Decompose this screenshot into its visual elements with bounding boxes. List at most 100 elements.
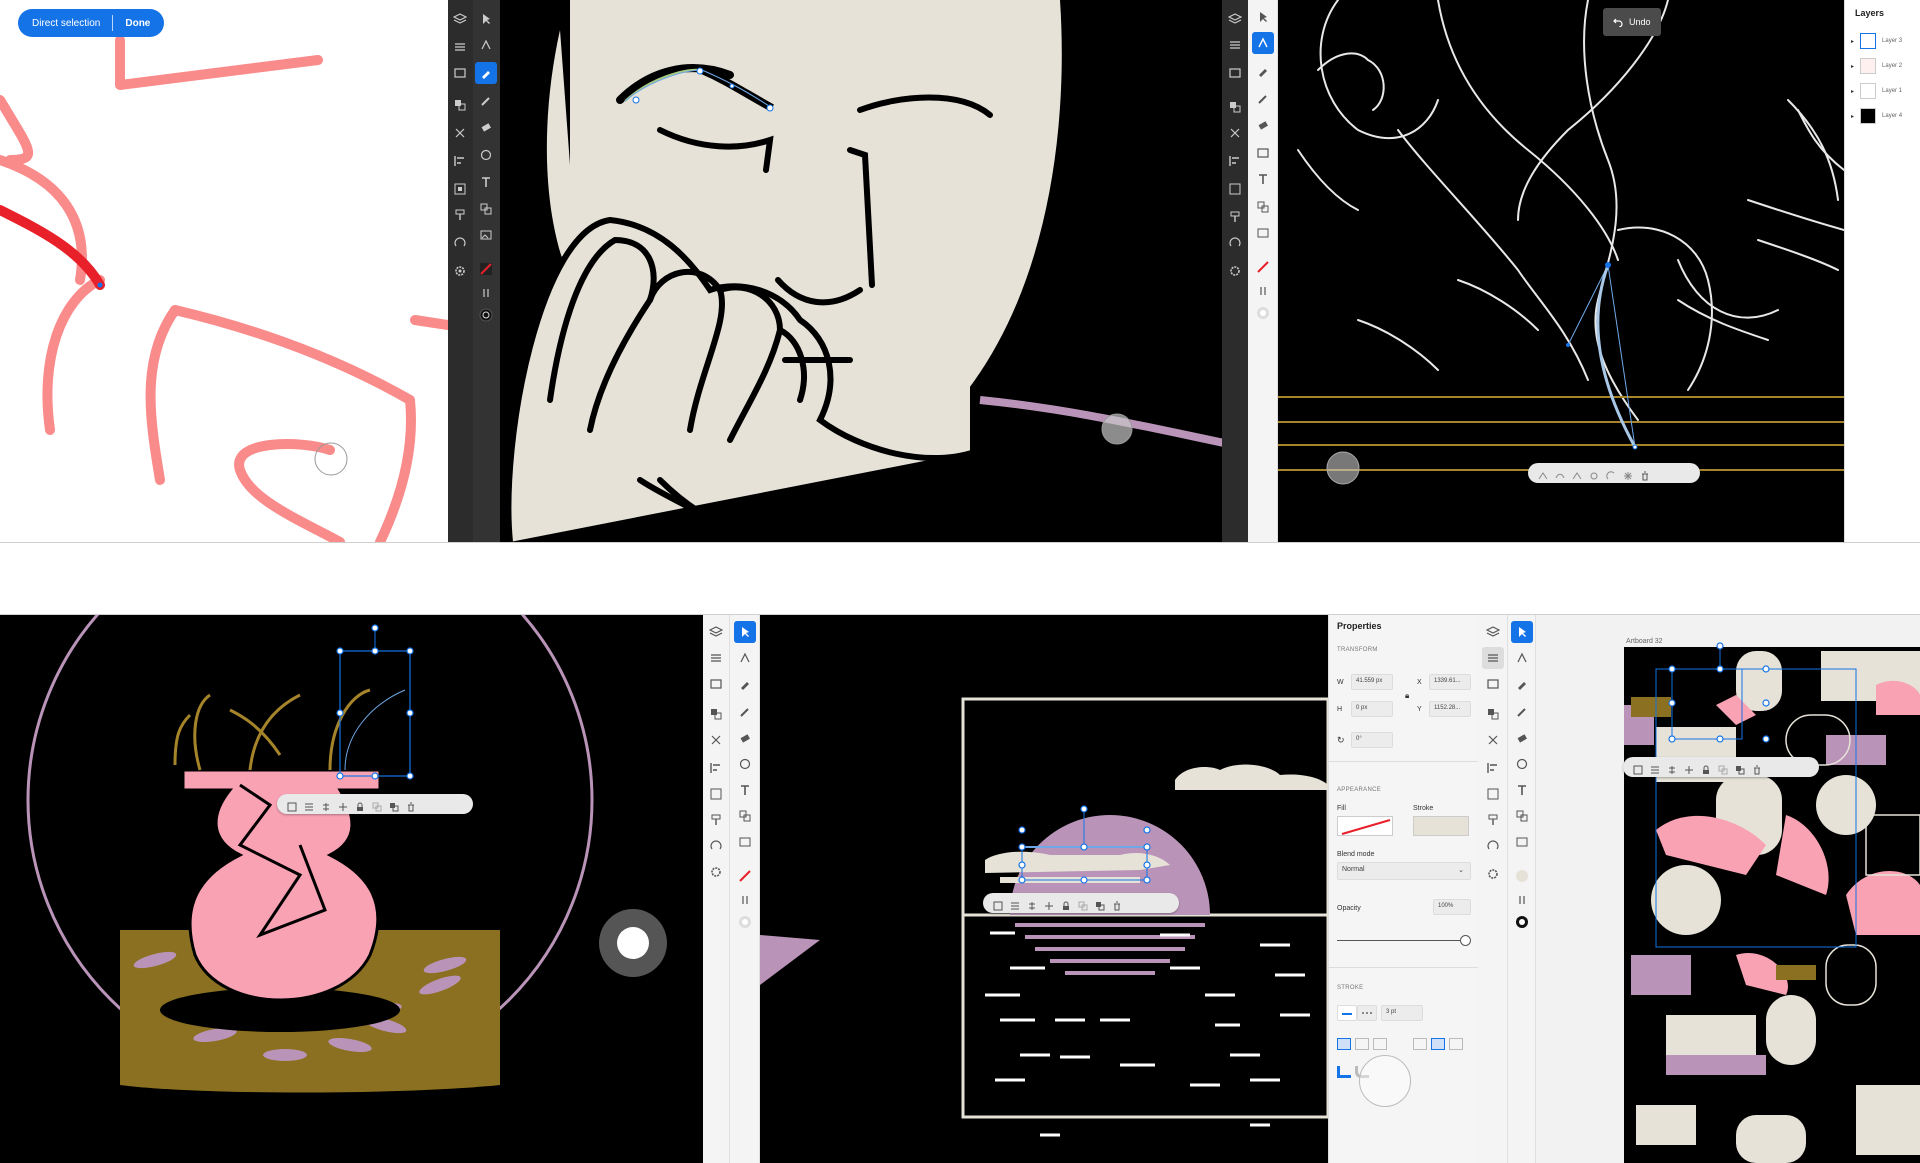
group-icon[interactable] [1633,762,1643,775]
delete-trash-icon[interactable] [1112,898,1122,911]
eraser-icon[interactable] [734,727,756,749]
arrange-icon[interactable] [372,799,382,812]
canvas-top-middle[interactable] [500,0,1248,542]
scissors-icon[interactable] [449,122,471,144]
transform-icon[interactable] [705,783,727,805]
move-icon[interactable] [1684,762,1694,774]
fill-swatch[interactable] [1337,816,1393,836]
pencil-icon[interactable] [1511,701,1533,723]
x-position-field[interactable]: 1339.61... [1429,674,1471,690]
direct-selection-icon[interactable] [734,647,756,669]
transform-icon[interactable] [449,178,471,200]
image-icon[interactable] [1511,831,1533,853]
delete-trash-icon[interactable] [1640,468,1650,481]
type-icon[interactable] [475,171,497,193]
menu-icon[interactable] [304,799,314,811]
stroke-align-inside-icon[interactable] [1355,1038,1369,1050]
fill-swatch-icon[interactable] [1511,865,1533,887]
ellipse-icon[interactable] [475,144,497,166]
paint-icon[interactable] [449,204,471,226]
dashed-stroke-toggle[interactable] [1357,1005,1377,1021]
layer-row[interactable]: ▸ Layer 3 [1851,33,1902,49]
duplicate-icon[interactable] [1735,762,1745,775]
ellipse-icon[interactable] [1511,753,1533,775]
opacity-field[interactable]: 100% [1433,899,1471,915]
scissors-icon[interactable] [1482,729,1504,751]
settings-gear-icon[interactable] [449,260,471,282]
menu-icon[interactable] [1010,898,1020,910]
layers-icon[interactable] [1482,621,1504,643]
join-path-icon[interactable] [1606,468,1616,480]
settings-gear-icon[interactable] [1482,863,1504,885]
selection-arrow-icon[interactable] [734,621,756,643]
disclosure-triangle-icon[interactable]: ▸ [1851,88,1854,95]
canvas-bottom-left[interactable] [0,615,703,1163]
width-field[interactable]: 41.559 px [1351,674,1393,690]
type-icon[interactable] [734,779,756,801]
scissors-icon[interactable] [705,729,727,751]
pen-tool-icon[interactable] [1252,60,1274,82]
pencil-icon[interactable] [734,701,756,723]
libraries-icon[interactable] [1482,673,1504,695]
sparkle-icon[interactable] [1623,468,1633,480]
pen-tool-icon[interactable] [734,673,756,695]
libraries-icon[interactable] [449,62,471,84]
direct-selection-icon[interactable] [475,34,497,56]
distribute-icon[interactable] [1027,898,1037,910]
canvas-top-left[interactable]: Direct selection Done [0,0,448,542]
paint-icon[interactable] [705,809,727,831]
repeat-icon[interactable] [705,835,727,857]
repeat-icon[interactable] [449,232,471,254]
layer-row[interactable]: ▸ Layer 4 [1851,108,1902,124]
move-icon[interactable] [1044,898,1054,910]
layer-row[interactable]: ▸ Layer 2 [1851,58,1902,74]
pencil-icon[interactable] [475,90,497,112]
duplicate-icon[interactable] [389,799,399,812]
fill-stroke-swatch-icon[interactable] [1252,256,1274,278]
cap-butt-icon[interactable] [1413,1038,1427,1050]
direct-selection-icon[interactable] [1252,32,1274,54]
scissors-icon[interactable] [1224,122,1246,144]
repeat-icon[interactable] [1224,232,1246,254]
ellipse-icon[interactable] [734,753,756,775]
type-icon[interactable] [1252,168,1274,190]
stroke-width-icon[interactable] [1511,911,1533,933]
group-icon[interactable] [287,799,297,812]
fill-stroke-swatch-icon[interactable] [734,865,756,887]
rectangle-icon[interactable] [1252,142,1274,164]
align-icon[interactable] [1224,150,1246,172]
pencil-icon[interactable] [1252,88,1274,110]
layers-icon[interactable] [449,8,471,30]
paint-icon[interactable] [1224,206,1246,228]
height-field[interactable]: 0 px [1351,701,1393,717]
pen-tool-icon[interactable] [475,62,497,84]
shape-builder-icon[interactable] [1511,805,1533,827]
cap-square-icon[interactable] [1449,1038,1463,1050]
disclosure-triangle-icon[interactable]: ▸ [1851,113,1854,120]
disclosure-triangle-icon[interactable]: ▸ [1851,63,1854,70]
align-icon[interactable] [1482,757,1504,779]
selection-arrow-icon[interactable] [1511,621,1533,643]
lock-icon[interactable] [1061,898,1071,910]
swap-icon[interactable] [1252,280,1274,302]
cut-path-icon[interactable] [1589,468,1599,480]
properties-icon[interactable] [705,647,727,669]
canvas-top-right[interactable]: Undo [1278,0,1844,542]
align-icon[interactable] [705,757,727,779]
touch-shortcut-ring[interactable] [1359,1055,1411,1107]
lock-proportions-icon[interactable]: 🔒︎ [1405,691,1409,701]
properties-icon[interactable] [449,36,471,58]
properties-icon[interactable] [1482,647,1504,669]
canvas-bottom-middle[interactable] [760,615,1328,1163]
image-icon[interactable] [734,831,756,853]
stroke-width-icon[interactable] [1252,302,1274,324]
repeat-icon[interactable] [1482,835,1504,857]
align-icon[interactable] [449,150,471,172]
canvas-bottom-right[interactable]: Artboard 32 [1536,615,1920,1163]
arrange-icon[interactable] [1078,898,1088,911]
swap-icon[interactable] [734,889,756,911]
settings-gear-icon[interactable] [705,861,727,883]
undo-button[interactable]: Undo [1603,8,1661,36]
disclosure-triangle-icon[interactable]: ▸ [1851,38,1854,45]
delete-trash-icon[interactable] [406,799,416,812]
